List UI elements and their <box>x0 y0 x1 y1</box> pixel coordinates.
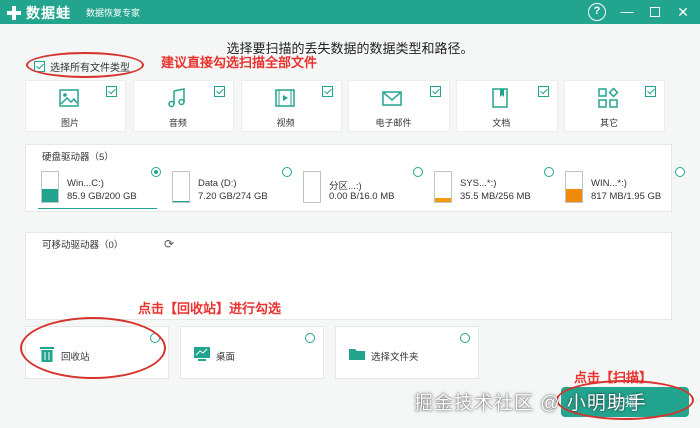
music-icon <box>168 88 185 108</box>
radio-icon <box>282 167 292 177</box>
drive-usage-fill <box>173 201 189 202</box>
radio-icon <box>675 167 685 177</box>
maximize-button[interactable] <box>646 3 664 21</box>
file-type-email[interactable]: 电子邮件 <box>348 80 450 132</box>
drive-name: Data (D:) <box>198 178 237 189</box>
annotation-ellipse-select-all <box>26 52 144 78</box>
drive-name: WIN...*:) <box>591 178 627 189</box>
drive-icon <box>303 171 321 203</box>
drive-size: 0.00 B/16.0 MB <box>329 191 395 202</box>
app-name: 数据蛙 <box>26 5 71 21</box>
drive-size: 85.9 GB/200 GB <box>67 191 137 202</box>
maximize-icon <box>650 7 660 17</box>
file-type-label: 视频 <box>276 118 295 128</box>
plus-logo-icon <box>6 5 22 21</box>
file-type-label: 图片 <box>60 118 79 128</box>
drive-item[interactable]: Win...C:) 85.9 GB/200 GB <box>34 165 165 209</box>
file-type-image[interactable]: 图片 <box>25 80 127 132</box>
drive-size: 35.5 MB/256 MB <box>460 191 531 202</box>
help-button[interactable]: ? <box>588 3 606 21</box>
checkbox-icon <box>214 86 226 97</box>
drive-icon <box>434 171 452 203</box>
annotation-recycle: 点击【回收站】进行勾选 <box>138 301 282 316</box>
drive-size: 817 MB/1.95 GB <box>591 191 662 202</box>
location-label: 选择文件夹 <box>371 352 419 363</box>
watermark: 掘金技术社区 @ 小明助手 <box>414 393 647 414</box>
hard-drive-title: 硬盘驱动器（5） <box>42 152 114 163</box>
checkbox-icon <box>321 86 333 97</box>
hard-drive-panel: 硬盘驱动器（5） Win...C:) 85.9 GB/200 GB Data (D:… <box>25 144 685 212</box>
radio-icon <box>460 333 470 343</box>
location-select-folder[interactable]: 选择文件夹 <box>335 326 479 379</box>
app-tagline: 数据恢复专家 <box>86 8 141 18</box>
file-type-label: 音频 <box>168 118 187 128</box>
drive-item[interactable]: 分区...:) 0.00 B/16.0 MB <box>296 165 427 207</box>
drive-item[interactable]: WIN...*:) 817 MB/1.95 GB <box>558 165 689 207</box>
desktop-icon <box>194 347 210 361</box>
close-button[interactable]: ✕ <box>674 3 692 21</box>
minimize-button[interactable]: — <box>618 3 636 21</box>
removable-drive-title: 可移动驱动器（0） <box>42 240 124 251</box>
checkbox-icon <box>106 86 118 97</box>
file-type-list: 图片 音频 视频 电子邮件 文档 其它 <box>25 80 672 134</box>
drive-size: 7.20 GB/274 GB <box>198 191 268 202</box>
refresh-icon[interactable]: ⟳ <box>164 237 174 251</box>
location-desktop[interactable]: 桌面 <box>180 326 324 379</box>
drive-item[interactable]: SYS...*:) 35.5 MB/256 MB <box>427 165 558 207</box>
radio-icon <box>305 333 315 343</box>
folder-icon <box>349 349 365 360</box>
file-type-document[interactable]: 文档 <box>456 80 558 132</box>
drive-name: Win...C:) <box>67 178 104 189</box>
app-logo: 数据蛙 <box>6 3 71 23</box>
radio-icon <box>413 167 423 177</box>
file-type-label: 电子邮件 <box>375 118 412 128</box>
mail-icon <box>382 91 403 106</box>
checkbox-icon <box>645 86 657 97</box>
document-icon <box>492 88 509 108</box>
file-type-label: 其它 <box>600 118 619 128</box>
radio-icon <box>544 167 554 177</box>
file-type-audio[interactable]: 音频 <box>132 80 235 132</box>
annotation-ellipse-recycle <box>20 317 166 379</box>
drive-usage-fill <box>566 189 582 202</box>
radio-icon <box>151 167 161 177</box>
drive-icon <box>565 171 583 203</box>
drive-name: SYS...*:) <box>460 178 497 189</box>
file-type-label: 文档 <box>492 118 511 128</box>
image-icon <box>59 89 79 107</box>
file-type-video[interactable]: 视频 <box>240 80 342 132</box>
drive-icon <box>172 171 190 203</box>
checkbox-icon <box>537 86 549 97</box>
title-bar: 数据蛙 数据恢复专家 ? — ✕ <box>0 0 700 24</box>
removable-drive-panel: 可移动驱动器（0） ⟳ <box>25 232 672 320</box>
annotation-select-all: 建议直接勾选扫描全部文件 <box>161 55 318 70</box>
drive-name: 分区...:) <box>329 181 362 192</box>
drive-usage-fill <box>42 189 58 202</box>
location-label: 桌面 <box>216 352 236 363</box>
video-icon <box>274 89 295 107</box>
drive-item[interactable]: Data (D:) 7.20 GB/274 GB <box>165 165 296 207</box>
file-type-other[interactable]: 其它 <box>564 80 666 132</box>
drive-usage-fill <box>435 197 451 202</box>
checkbox-icon <box>429 86 441 97</box>
other-icon <box>598 87 619 108</box>
drive-icon <box>41 171 59 203</box>
